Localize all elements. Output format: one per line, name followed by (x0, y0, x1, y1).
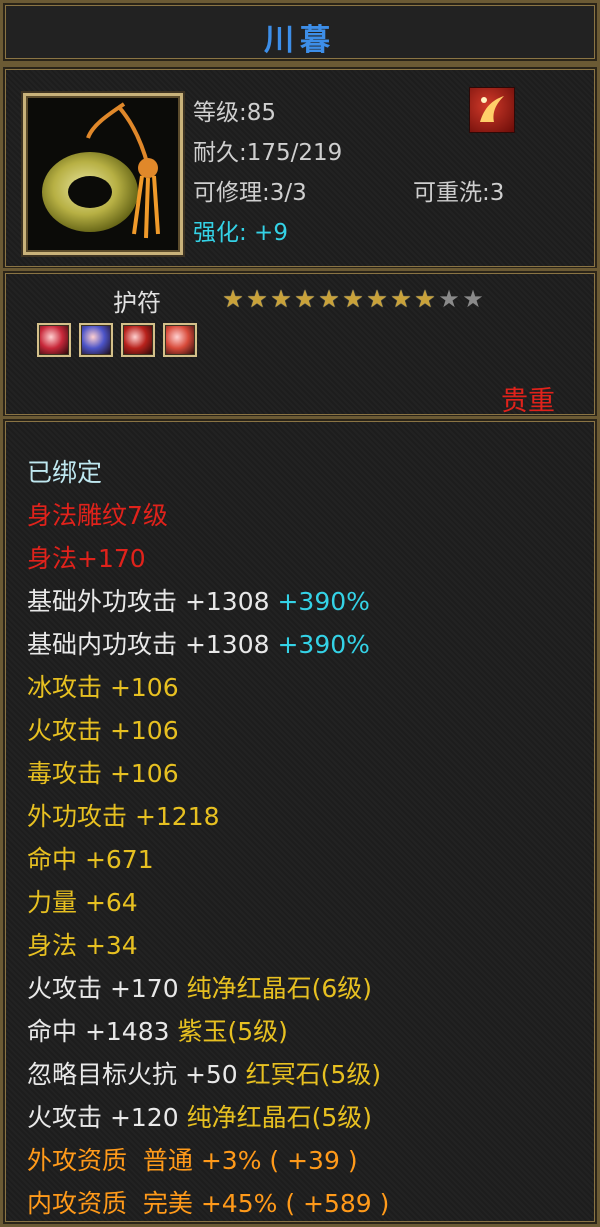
attribute-text: 外攻资质 (27, 1146, 143, 1175)
attribute-text: 火攻击 +106 (27, 716, 179, 745)
attribute-row: 内攻资质 完美 +45% ( +589 ) (27, 1182, 389, 1225)
star-lit-icon: ★ (270, 285, 292, 313)
item-type: 护符 (113, 289, 161, 317)
attribute-row: 外攻资质 普通 +3% ( +39 ) (27, 1139, 389, 1182)
attribute-text: 完美 +45% ( +589 ) (142, 1189, 390, 1218)
attribute-row: 火攻击 +120 纯净红晶石(5级) (27, 1096, 389, 1139)
attribute-row: 基础外功攻击 +1308 +390% (27, 580, 389, 623)
star-lit-icon: ★ (222, 285, 244, 313)
item-name: 川暮 (264, 23, 336, 58)
star-lit-icon: ★ (342, 285, 364, 313)
attribute-text: 紫玉(5级) (177, 1017, 288, 1046)
item-portrait[interactable] (23, 93, 183, 255)
item-level: 等级:85 (193, 100, 277, 126)
star-lit-icon: ★ (294, 285, 316, 313)
class-emblem-icon (469, 87, 515, 133)
attribute-row: 身法雕纹7级 (27, 494, 389, 537)
attribute-text: 身法+170 (27, 544, 146, 573)
attribute-text: +390% (277, 630, 370, 659)
gem-sockets (37, 323, 197, 357)
attribute-text: 已绑定 (27, 458, 103, 487)
attribute-row: 忽略目标火抗 +50 红冥石(5级) (27, 1053, 389, 1096)
attribute-row: 命中 +671 (27, 838, 389, 881)
attribute-text: 身法雕纹7级 (27, 501, 168, 530)
star-lit-icon: ★ (246, 285, 268, 313)
star-empty-icon: ★ (438, 285, 460, 313)
star-lit-icon: ★ (366, 285, 388, 313)
attribute-panel: 已绑定 身法雕纹7级 身法+170 基础外功攻击 +1308 +390% 基础内功攻击 … (0, 416, 600, 1227)
attribute-text: 红冥石(5级) (245, 1060, 382, 1089)
attribute-row: 外功攻击 +1218 (27, 795, 389, 838)
purple-gem-icon[interactable] (79, 323, 113, 357)
attribute-text: 忽略目标火抗 +50 (27, 1060, 246, 1089)
star-lit-icon: ★ (318, 285, 340, 313)
attribute-row: 身法 +34 (27, 924, 389, 967)
item-durability: 耐久:175/219 (193, 140, 343, 166)
item-type-panel: 护符 ★ ★ ★ ★ ★ ★ ★ ★ ★ ★ ★ 贵重 (0, 268, 600, 420)
item-info-panel: 等级:85 耐久:175/219 可修理:3/3 可重洗:3 强化: +9 (0, 64, 600, 272)
attribute-text: 普通 +3% ( +39 ) (142, 1146, 358, 1175)
attribute-text: +390% (277, 587, 370, 616)
attribute-row: 火攻击 +106 (27, 709, 389, 752)
amulet-icon (42, 102, 160, 239)
item-rarity: 贵重 (501, 386, 555, 417)
attribute-text: 毒攻击 +106 (27, 759, 179, 788)
attribute-text: 纯净红晶石(6级) (186, 974, 372, 1003)
attribute-row: 火攻击 +170 纯净红晶石(6级) (27, 967, 389, 1010)
star-lit-icon: ★ (414, 285, 436, 313)
red-gem-icon[interactable] (37, 323, 71, 357)
attribute-list: 已绑定 身法雕纹7级 身法+170 基础外功攻击 +1308 +390% 基础内功攻击 … (27, 451, 389, 1225)
attribute-row: 已绑定 (27, 451, 389, 494)
item-enhance-level: 强化: +9 (193, 220, 288, 246)
attribute-row: 力量 +64 (27, 881, 389, 924)
attribute-row: 毒攻击 +106 (27, 752, 389, 795)
attribute-row: 冰攻击 +106 (27, 666, 389, 709)
red-crystal-icon[interactable] (121, 323, 155, 357)
attribute-text: 命中 +1483 (27, 1017, 178, 1046)
attribute-text: 身法 +34 (27, 931, 138, 960)
star-lit-icon: ★ (390, 285, 412, 313)
attribute-text: 力量 +64 (27, 888, 138, 917)
attribute-text: 火攻击 +120 (27, 1103, 187, 1132)
attribute-text: 命中 +671 (27, 845, 154, 874)
item-title-bar: 川暮 (0, 0, 600, 64)
attribute-text: 纯净红晶石(5级) (186, 1103, 372, 1132)
attribute-text: 基础外功攻击 +1308 (27, 587, 278, 616)
star-rating: ★ ★ ★ ★ ★ ★ ★ ★ ★ ★ ★ (221, 285, 485, 313)
item-repair-count: 可修理:3/3 (193, 180, 307, 206)
attribute-text: 基础内功攻击 +1308 (27, 630, 278, 659)
attribute-text: 火攻击 +170 (27, 974, 187, 1003)
attribute-row: 命中 +1483 紫玉(5级) (27, 1010, 389, 1053)
jade-gem-icon[interactable] (163, 323, 197, 357)
item-rewash-count: 可重洗:3 (413, 180, 505, 206)
attribute-row: 身法+170 (27, 537, 389, 580)
attribute-text: 冰攻击 +106 (27, 673, 179, 702)
attribute-text: 外功攻击 +1218 (27, 802, 220, 831)
attribute-text: 内攻资质 (27, 1189, 143, 1218)
attribute-row: 基础内功攻击 +1308 +390% (27, 623, 389, 666)
star-empty-icon: ★ (462, 285, 484, 313)
